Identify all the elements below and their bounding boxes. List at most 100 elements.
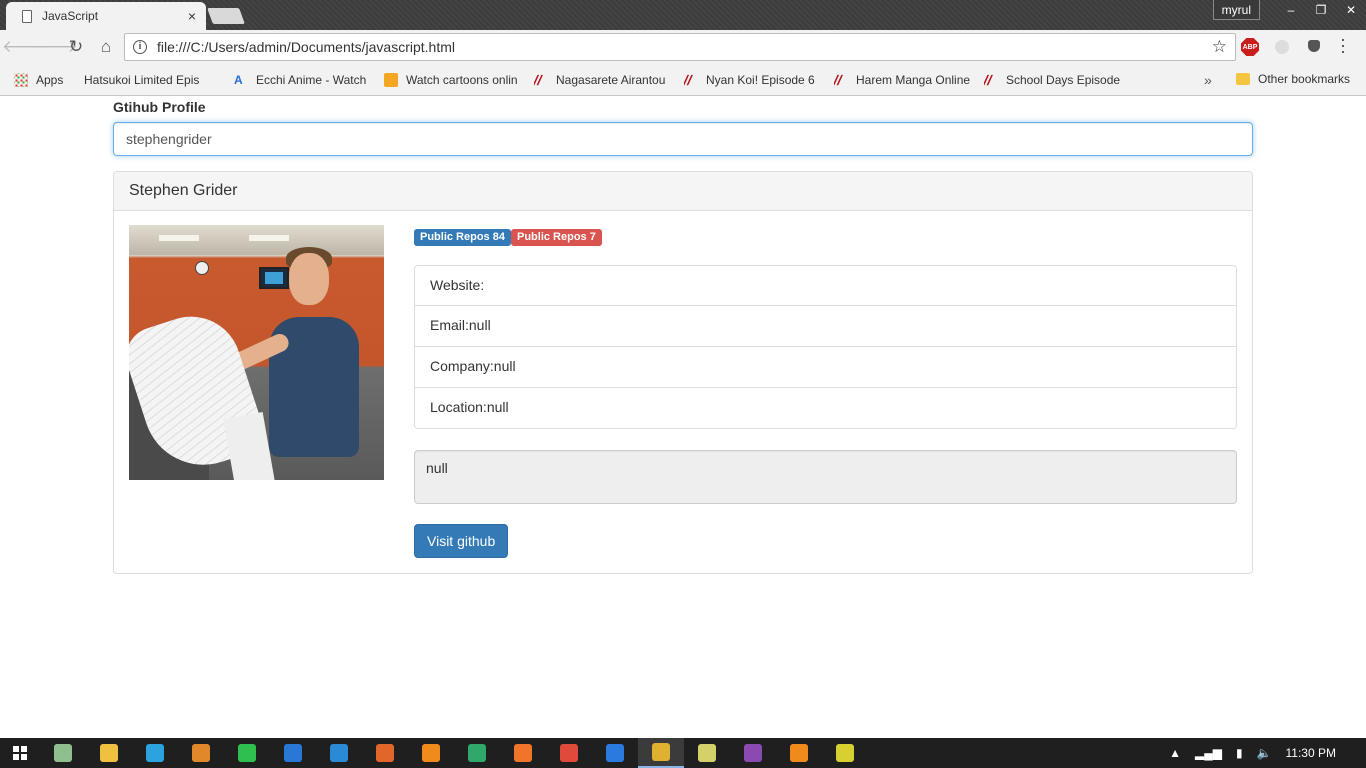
search-label: Gtihub Profile bbox=[113, 99, 206, 115]
back-icon[interactable]: 🡐 bbox=[2, 37, 48, 57]
taskbar-app[interactable] bbox=[40, 738, 86, 768]
tab-title: JavaScript bbox=[42, 9, 99, 23]
sublime-alt-icon bbox=[790, 744, 808, 762]
profile-panel: Stephen Grider Public Repos 84 Public Re… bbox=[113, 171, 1253, 574]
media-icon bbox=[836, 744, 854, 762]
wifi-icon[interactable]: ▂▄▆ bbox=[1195, 746, 1222, 760]
bookmark-label: School Days Episode bbox=[1006, 72, 1120, 87]
taskbar-app[interactable] bbox=[684, 738, 730, 768]
taskbar-app[interactable] bbox=[638, 738, 684, 768]
bookmark-label: Ecchi Anime - Watch bbox=[256, 72, 367, 87]
winrar-icon bbox=[744, 744, 762, 762]
file-explorer-icon bbox=[100, 744, 118, 762]
profile-details-list: Website: Email:null Company:null Locatio… bbox=[414, 265, 1237, 429]
company-item: Company:null bbox=[414, 347, 1237, 388]
bookmark-apps[interactable]: Apps bbox=[14, 72, 70, 87]
bookmarks-overflow-icon[interactable]: » bbox=[1204, 72, 1212, 88]
taskbar-app[interactable] bbox=[822, 738, 868, 768]
taskbar-app[interactable] bbox=[592, 738, 638, 768]
xampp-icon bbox=[514, 744, 532, 762]
bookmark-label: Harem Manga Online bbox=[856, 72, 970, 87]
bookmark-label: Apps bbox=[36, 72, 64, 87]
tab-close-icon[interactable]: × bbox=[188, 8, 196, 24]
app-orange-icon bbox=[192, 744, 210, 762]
battery-icon[interactable]: ▮ bbox=[1236, 746, 1243, 760]
bookmark-item[interactable]: // Nyan Koi! Episode 6 bbox=[684, 73, 820, 87]
bookmark-label: Watch cartoons onlin bbox=[406, 72, 518, 87]
clock[interactable]: 11:30 PM bbox=[1286, 746, 1336, 760]
windows-taskbar: ▲ ▂▄▆ ▮ 🔈 11:30 PM bbox=[0, 738, 1366, 768]
taskbar-app[interactable] bbox=[86, 738, 132, 768]
slash-icon: // bbox=[684, 72, 694, 87]
vscode-icon bbox=[330, 744, 348, 762]
email-item: Email:null bbox=[414, 306, 1237, 347]
other-bookmarks-label: Other bookmarks bbox=[1258, 72, 1351, 86]
browser-tab[interactable]: JavaScript × bbox=[6, 2, 206, 30]
slash-icon: // bbox=[834, 72, 844, 87]
bookmark-label: Nagasarete Airantou bbox=[556, 72, 666, 87]
tray-expand-icon[interactable]: ▲ bbox=[1169, 746, 1181, 760]
extension-dark-icon[interactable] bbox=[1308, 40, 1320, 52]
taskbar-app[interactable] bbox=[408, 738, 454, 768]
files-icon bbox=[698, 744, 716, 762]
other-bookmarks[interactable]: Other bookmarks bbox=[1236, 72, 1350, 86]
bookmarks-bar: Apps Hatsukoi Limited Epis A Ecchi Anime… bbox=[0, 64, 1366, 175]
location-item: Location:null bbox=[414, 388, 1237, 429]
github-user-search-input[interactable] bbox=[113, 122, 1253, 156]
chrome-icon bbox=[652, 743, 670, 761]
windows-logo-icon bbox=[13, 746, 27, 760]
address-url[interactable]: file:///C:/Users/admin/Documents/javascr… bbox=[157, 39, 1212, 55]
bookmark-star-icon[interactable]: ☆ bbox=[1212, 37, 1227, 57]
minimize-button[interactable]: – bbox=[1276, 0, 1306, 20]
taskbar-app[interactable] bbox=[316, 738, 362, 768]
app-green-icon bbox=[468, 744, 486, 762]
sublime-icon bbox=[422, 744, 440, 762]
firefox-dev-icon bbox=[606, 744, 624, 762]
bookmark-item[interactable]: // School Days Episode bbox=[984, 73, 1120, 87]
forward-icon[interactable]: 🡒 bbox=[32, 37, 78, 57]
extension-icon[interactable] bbox=[1275, 40, 1289, 54]
taskbar-app[interactable] bbox=[454, 738, 500, 768]
bookmark-item[interactable]: // Harem Manga Online bbox=[834, 73, 970, 87]
bookmark-item[interactable]: Watch cartoons onlin bbox=[384, 72, 520, 87]
slash-icon: // bbox=[984, 72, 994, 87]
network-icon bbox=[54, 744, 72, 762]
profile-avatar bbox=[129, 225, 384, 480]
cartoon-icon bbox=[384, 72, 398, 87]
visit-github-button[interactable]: Visit github bbox=[414, 524, 509, 558]
public-repos-badge: Public Repos 84 bbox=[414, 229, 511, 246]
bookmark-label: Hatsukoi Limited Epis bbox=[84, 72, 200, 87]
volume-icon[interactable]: 🔈 bbox=[1257, 746, 1272, 760]
bookmark-item[interactable]: Hatsukoi Limited Epis bbox=[0, 72, 220, 175]
browser-toolbar: 🡐 🡒 ↻ ⌂ i file:///C:/Users/admin/Documen… bbox=[0, 30, 1366, 64]
reload-icon[interactable]: ↻ bbox=[62, 37, 90, 57]
taskbar-app[interactable] bbox=[776, 738, 822, 768]
close-window-button[interactable]: ✕ bbox=[1336, 0, 1366, 20]
browser-titlebar: JavaScript × myrul – ❐ ✕ bbox=[0, 0, 1366, 30]
restore-button[interactable]: ❐ bbox=[1306, 0, 1336, 20]
folder-icon bbox=[1236, 73, 1250, 85]
telegram-icon bbox=[146, 744, 164, 762]
document-icon bbox=[22, 9, 32, 23]
start-button[interactable] bbox=[0, 738, 40, 768]
profile-button[interactable]: myrul bbox=[1212, 0, 1260, 20]
taskbar-app[interactable] bbox=[500, 738, 546, 768]
info-icon[interactable]: i bbox=[133, 40, 147, 54]
new-tab-button[interactable] bbox=[207, 8, 245, 24]
system-tray: ▲ ▂▄▆ ▮ 🔈 11:30 PM bbox=[1169, 738, 1366, 768]
taskbar-app[interactable] bbox=[730, 738, 776, 768]
public-gists-badge: Public Repos 7 bbox=[510, 229, 602, 246]
taskbar-app[interactable] bbox=[546, 738, 592, 768]
browser-menu-icon[interactable]: · · · bbox=[1340, 30, 1346, 60]
apps-grid-icon bbox=[14, 72, 28, 87]
taskbar-app[interactable] bbox=[224, 738, 270, 768]
home-icon[interactable]: ⌂ bbox=[92, 37, 120, 57]
taskbar-app[interactable] bbox=[362, 738, 408, 768]
address-bar[interactable]: i file:///C:/Users/admin/Documents/javas… bbox=[124, 33, 1236, 61]
taskbar-app[interactable] bbox=[270, 738, 316, 768]
taskbar-app[interactable] bbox=[132, 738, 178, 768]
taskbar-app[interactable] bbox=[178, 738, 224, 768]
bookmark-item[interactable]: // Nagasarete Airantou bbox=[534, 73, 670, 87]
bookmark-item[interactable]: A Ecchi Anime - Watch bbox=[234, 73, 370, 87]
website-item: Website: bbox=[414, 265, 1237, 306]
